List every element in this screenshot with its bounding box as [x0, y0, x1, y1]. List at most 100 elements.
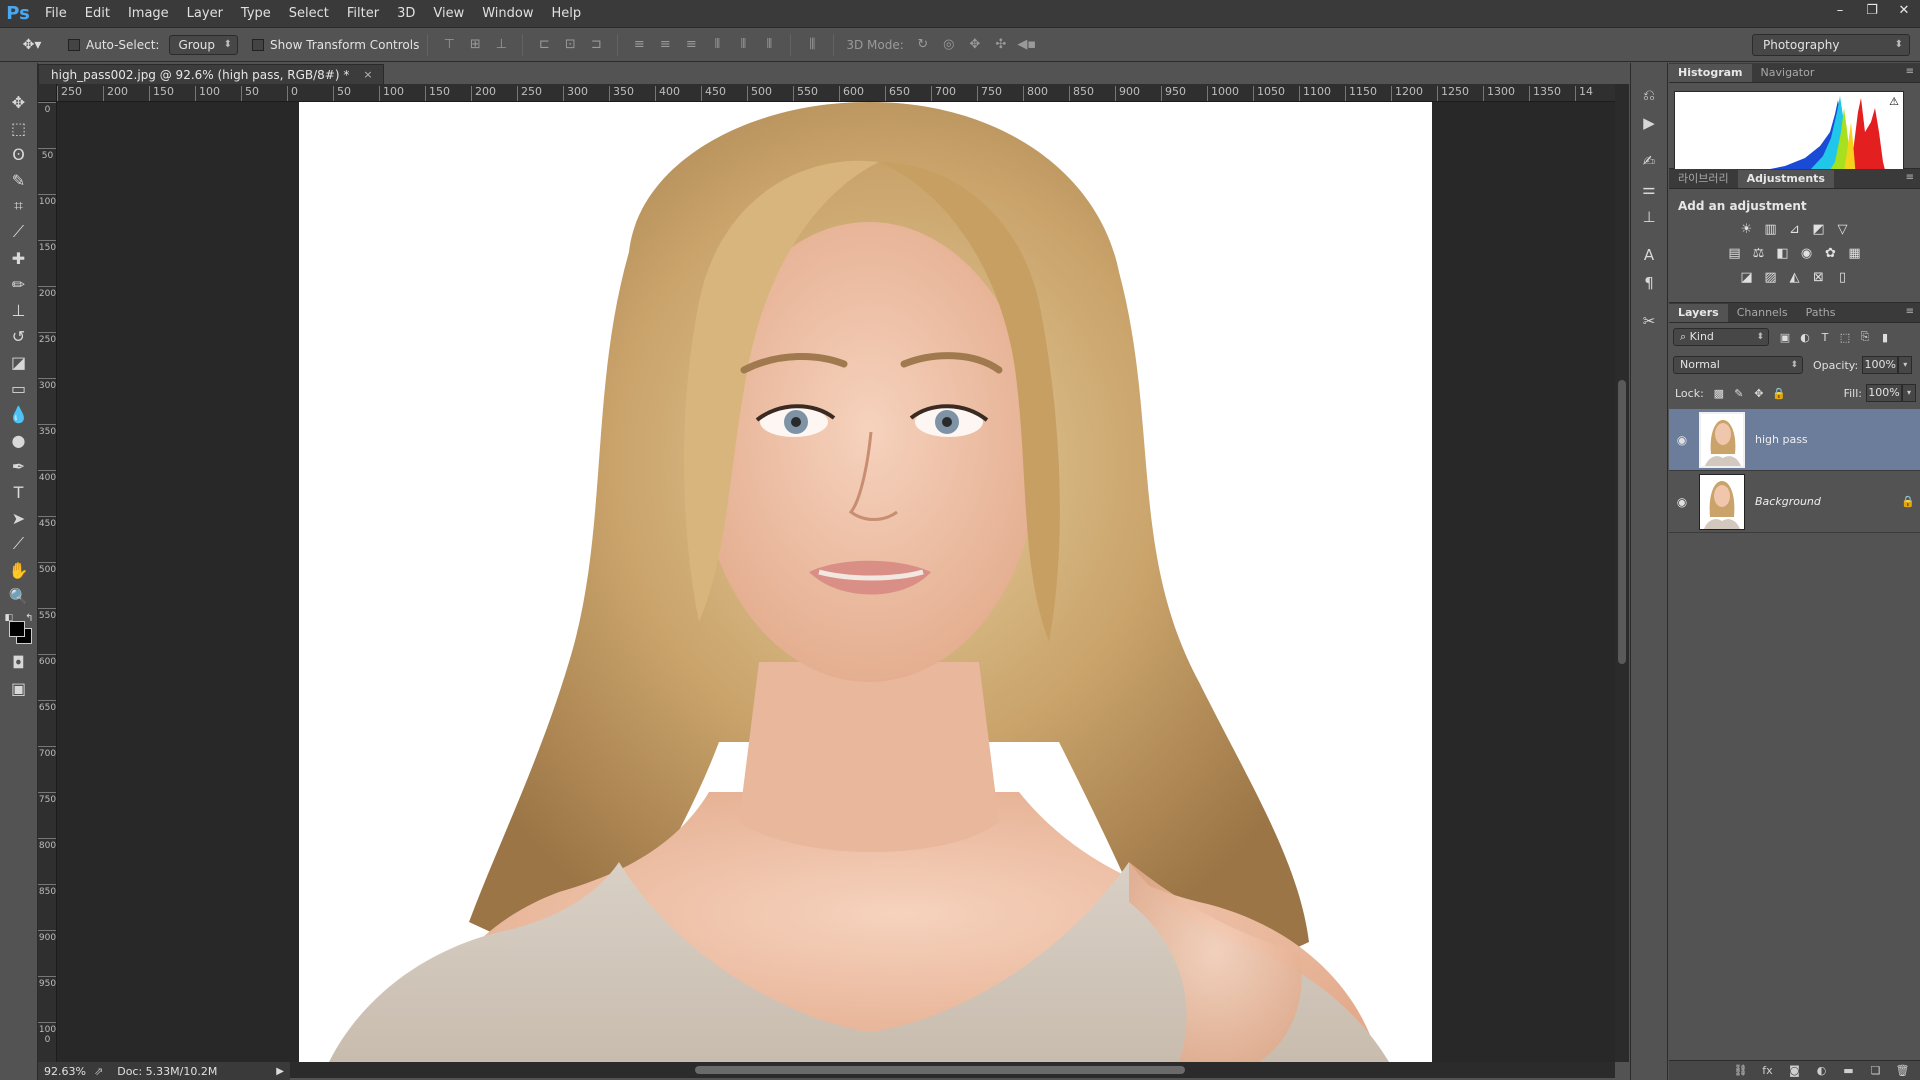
- tab-paths[interactable]: Paths: [1797, 304, 1845, 322]
- close-window-button[interactable]: ✕: [1888, 0, 1920, 20]
- workspace-dropdown[interactable]: Photography: [1752, 34, 1910, 56]
- blend-mode-dropdown[interactable]: Normal: [1673, 356, 1803, 374]
- restore-button[interactable]: ❐: [1856, 0, 1888, 20]
- filter-pixel-icon[interactable]: ▣: [1775, 328, 1795, 346]
- foreground-color-swatch[interactable]: [8, 621, 25, 637]
- align-hcenter-icon[interactable]: ⊡: [559, 34, 581, 56]
- export-icon[interactable]: ⇗: [94, 1065, 103, 1078]
- tab-navigator[interactable]: Navigator: [1752, 64, 1824, 82]
- lock-pixels-icon[interactable]: ✎: [1730, 384, 1748, 402]
- lock-position-icon[interactable]: ✥: [1750, 384, 1768, 402]
- tab-layers[interactable]: Layers: [1669, 304, 1728, 322]
- filter-adjustment-icon[interactable]: ◐: [1795, 328, 1815, 346]
- menu-image[interactable]: Image: [119, 0, 178, 28]
- vertical-scroll-thumb[interactable]: [1618, 380, 1626, 664]
- horizontal-ruler[interactable]: 250 200 150 100 50 0 50 100 150 200 250 300 350 400 45…: [57, 84, 1615, 102]
- history-icon[interactable]: ⎌: [1634, 81, 1664, 109]
- tab-channels[interactable]: Channels: [1728, 304, 1797, 322]
- distribute-top-icon[interactable]: ≡: [628, 34, 650, 56]
- ruler-origin[interactable]: [38, 84, 57, 102]
- close-document-icon[interactable]: ×: [363, 68, 372, 81]
- panel-menu-icon[interactable]: ≡: [1906, 306, 1914, 317]
- zoom-tool-icon[interactable]: 🔍: [4, 583, 34, 609]
- paragraph-icon[interactable]: ¶: [1634, 269, 1664, 297]
- 3d-rotate-icon[interactable]: ↻: [912, 34, 934, 56]
- quick-select-tool-icon[interactable]: ✎: [4, 167, 34, 193]
- clone-source-icon[interactable]: ⊥: [1634, 203, 1664, 231]
- auto-select-dropdown[interactable]: Group: [169, 34, 239, 55]
- type-tool-icon[interactable]: T: [4, 479, 34, 505]
- layer-row-background[interactable]: ◉ Background 🔒: [1669, 471, 1920, 533]
- tab-histogram[interactable]: Histogram: [1669, 64, 1752, 82]
- vibrance-icon[interactable]: ▽: [1833, 219, 1853, 239]
- crop-tool-icon[interactable]: ⌗: [4, 193, 34, 219]
- status-menu-icon[interactable]: ▶: [276, 1066, 284, 1077]
- 3d-pan-icon[interactable]: ✥: [964, 34, 986, 56]
- link-layers-icon[interactable]: ⛓: [1727, 1062, 1754, 1080]
- distribute-bottom-icon[interactable]: ≡: [680, 34, 702, 56]
- vertical-scrollbar[interactable]: [1615, 84, 1629, 1062]
- layer-name[interactable]: high pass: [1755, 433, 1920, 446]
- 3d-roll-icon[interactable]: ◎: [938, 34, 960, 56]
- distribute-hcenter-icon[interactable]: ⫴: [732, 34, 754, 56]
- screen-mode-icon[interactable]: ▣: [4, 675, 34, 701]
- new-group-icon[interactable]: ▬: [1835, 1062, 1862, 1080]
- healing-brush-tool-icon[interactable]: ✚: [4, 245, 34, 271]
- distribute-vcenter-icon[interactable]: ≡: [654, 34, 676, 56]
- brush-presets-icon[interactable]: ✍: [1634, 147, 1664, 175]
- layer-thumbnail[interactable]: [1699, 411, 1745, 468]
- invert-icon[interactable]: ◪: [1737, 267, 1757, 287]
- distribute-right-icon[interactable]: ⫴: [758, 34, 780, 56]
- panel-menu-icon[interactable]: ≡: [1906, 66, 1914, 77]
- layer-row-high-pass[interactable]: ◉ high pass: [1669, 409, 1920, 471]
- menu-3d[interactable]: 3D: [388, 0, 424, 28]
- canvas-area[interactable]: [57, 102, 1615, 1062]
- horizontal-scrollbar[interactable]: [290, 1062, 1615, 1078]
- 3d-slide-icon[interactable]: ✣: [990, 34, 1012, 56]
- cache-warning-icon[interactable]: ⚠: [1889, 95, 1899, 108]
- new-adjustment-layer-icon[interactable]: ◐: [1808, 1062, 1835, 1080]
- filter-type-icon[interactable]: T: [1815, 328, 1835, 346]
- brightness-contrast-icon[interactable]: ☀: [1737, 219, 1757, 239]
- tab-adjustments[interactable]: Adjustments: [1737, 170, 1834, 188]
- menu-edit[interactable]: Edit: [76, 0, 119, 28]
- distribute-left-icon[interactable]: ⫴: [706, 34, 728, 56]
- menu-filter[interactable]: Filter: [338, 0, 388, 28]
- document-image[interactable]: [299, 102, 1432, 1062]
- threshold-icon[interactable]: ◭: [1785, 267, 1805, 287]
- tool-preset-picker[interactable]: ✥▾: [10, 33, 54, 57]
- align-bottom-icon[interactable]: ⊥: [490, 34, 512, 56]
- lock-transparent-icon[interactable]: ▩: [1710, 384, 1728, 402]
- vertical-ruler[interactable]: 0 50 100 150 200 250 300 350 400 450 500 550 600 650 7…: [38, 102, 57, 1062]
- menu-help[interactable]: Help: [543, 0, 591, 28]
- align-top-icon[interactable]: ⊤: [438, 34, 460, 56]
- minimize-button[interactable]: –: [1824, 0, 1856, 20]
- path-select-tool-icon[interactable]: ➤: [4, 505, 34, 531]
- brush-tool-icon[interactable]: ✏: [4, 271, 34, 297]
- fill-input[interactable]: 100%: [1866, 384, 1902, 402]
- history-brush-tool-icon[interactable]: ↺: [4, 323, 34, 349]
- menu-layer[interactable]: Layer: [178, 0, 232, 28]
- menu-type[interactable]: Type: [232, 0, 280, 28]
- photo-filter-icon[interactable]: ◉: [1797, 243, 1817, 263]
- lasso-tool-icon[interactable]: ʘ: [4, 141, 34, 167]
- opacity-slider-toggle[interactable]: ▾: [1898, 356, 1913, 374]
- auto-select-checkbox[interactable]: [68, 38, 80, 51]
- filter-shape-icon[interactable]: ⬚: [1835, 328, 1855, 346]
- channel-mixer-icon[interactable]: ✿: [1821, 243, 1841, 263]
- document-tab[interactable]: high_pass002.jpg @ 92.6% (high pass, RGB…: [38, 64, 384, 84]
- horizontal-scroll-thumb[interactable]: [695, 1066, 1185, 1074]
- dodge-tool-icon[interactable]: ●: [4, 427, 34, 453]
- transform-controls-checkbox[interactable]: [252, 38, 265, 51]
- zoom-level[interactable]: 92.63%: [44, 1065, 90, 1078]
- tab-libraries[interactable]: 라이브러리: [1669, 170, 1738, 188]
- visibility-eye-icon[interactable]: ◉: [1669, 433, 1695, 447]
- blur-tool-icon[interactable]: 💧: [4, 401, 34, 427]
- align-vcenter-icon[interactable]: ⊞: [464, 34, 486, 56]
- layer-name[interactable]: Background: [1755, 495, 1896, 508]
- menu-window[interactable]: Window: [473, 0, 542, 28]
- hand-tool-icon[interactable]: ✋: [4, 557, 34, 583]
- eraser-tool-icon[interactable]: ◪: [4, 349, 34, 375]
- gradient-tool-icon[interactable]: ▭: [4, 375, 34, 401]
- layer-style-icon[interactable]: fx: [1754, 1062, 1781, 1080]
